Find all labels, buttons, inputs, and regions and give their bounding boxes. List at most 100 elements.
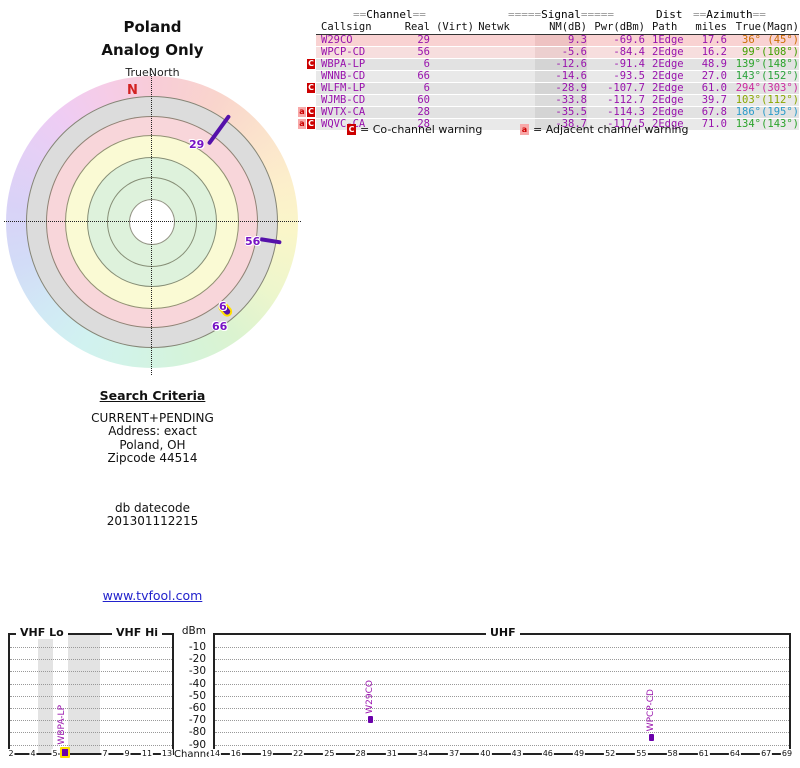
table-cell: 6 [423, 58, 430, 70]
station-label: WPCP-CD [645, 689, 656, 732]
table-cell: 39.7 [701, 94, 727, 106]
table-cell [514, 95, 535, 106]
dbm-tick-label: -60 [188, 702, 206, 714]
table-column-header: miles [695, 21, 727, 33]
dbm-gridline [215, 708, 789, 709]
co-channel-warning-icon: C [307, 107, 315, 117]
table-cell [430, 71, 474, 82]
table-cell [514, 83, 535, 94]
criteria-line: CURRENT+PENDING [91, 410, 214, 425]
table-cell [474, 95, 514, 106]
table-cell: 294° [735, 82, 761, 94]
channel-marker-label: 6 [219, 300, 227, 313]
tvfool-link[interactable]: www.tvfool.com [103, 588, 203, 603]
table-cell: -114.3 [607, 106, 645, 118]
table-cell [514, 59, 535, 70]
table-cell: -91.4 [613, 58, 645, 70]
table-cell [514, 71, 535, 82]
table-group-header: =====Signal===== [508, 8, 614, 21]
table-column-header: Callsign [321, 21, 372, 33]
search-criteria: Search Criteria CURRENT+PENDING Address:… [0, 389, 305, 529]
warning-icons: C [298, 59, 315, 69]
table-cell: -69.6 [613, 34, 645, 46]
table-cell: 2Edge [652, 106, 684, 118]
warning-icons: aC [298, 107, 315, 117]
station-bar [648, 733, 654, 741]
table-cell: (152°) [761, 70, 799, 82]
table-cell: 2Edge [652, 94, 684, 106]
channel-tick-label: 2 [7, 749, 15, 758]
table-cell [474, 59, 514, 70]
table-cell: 27.0 [701, 70, 727, 82]
table-rows: W29CO 29 9.3 -69.6 1Edge 17.6 36° (45°) WPCP-CD 5… [298, 34, 799, 131]
table-cell: -12.6 [535, 59, 587, 70]
dbm-gridline [215, 647, 789, 648]
dbm-tick-label: -50 [188, 689, 206, 702]
search-criteria-heading: Search Criteria [99, 388, 206, 403]
channel-tick-label: 49 [572, 749, 586, 758]
channel-tick-label: 9 [123, 749, 131, 758]
channel-tick-label: 31 [385, 749, 398, 758]
table-cell: (112°) [761, 94, 799, 106]
north-indicator: N [127, 83, 138, 98]
table-cell: (108°) [761, 46, 799, 58]
warning-legend: C = Co-channel warning a = Adjacent channel… [316, 123, 800, 137]
dbm-gridline [215, 744, 789, 746]
dbm-gridline [10, 720, 172, 722]
channel-tick-label: 19 [260, 749, 274, 758]
spectrum-chart: VHF Lo VHF Hi UHF dBm Channel -10 -20 -30-… [0, 620, 800, 768]
table-cell: -14.6 [535, 71, 587, 82]
table-cell: WVTX-CA [321, 106, 366, 118]
table-cell: (148°) [761, 58, 799, 70]
table-group-header: ==Channel== [353, 8, 426, 21]
table-column-header: Netwk [478, 21, 510, 33]
table-cell: WPCP-CD [321, 46, 366, 58]
table-cell: -84.4 [613, 46, 645, 58]
co-channel-warning-icon: C [347, 124, 356, 135]
adjacent-channel-warning-icon: a [520, 124, 529, 135]
dbm-gridline [10, 732, 172, 734]
channel-tick-label: 64 [728, 749, 742, 758]
criteria-line: Poland, OH [119, 437, 186, 452]
channel-tick-label: 4 [29, 749, 37, 758]
channel-marker-label: 56 [245, 235, 261, 248]
table-cell: 9.3 [535, 35, 587, 46]
crosshair-horizontal [4, 221, 301, 222]
table-cell: WNNB-CD [321, 70, 366, 82]
table-cell [474, 107, 514, 118]
dbm-tick-label: -70 [188, 714, 206, 727]
band-gap-shading [68, 635, 100, 753]
vhf-hi-band-label: VHF Hi [112, 626, 163, 639]
legend-text: = Co-channel warning [360, 123, 483, 136]
table-cell: 56 [417, 46, 430, 58]
table-cell [514, 107, 535, 118]
dbm-gridline [215, 671, 789, 673]
channel-marker-label: 66 [212, 320, 228, 333]
dbm-gridline [215, 683, 789, 685]
tvfool-report: { "polar": { "title": "Poland", "subtitl… [0, 0, 800, 768]
criteria-line: Address: exact [108, 424, 197, 438]
vhf-lo-band-label: VHF Lo [16, 626, 68, 639]
channel-tick-label: 61 [697, 749, 710, 758]
table-cell: 67.8 [701, 106, 727, 118]
channel-tick-label: 7 [101, 749, 109, 758]
station-bar [368, 715, 373, 723]
channel-tick-label: 67 [760, 749, 773, 758]
dbm-gridline [215, 659, 789, 661]
table-group-header: ==Azimuth== [693, 8, 766, 21]
table-cell: 17.6 [701, 34, 727, 46]
criteria-line: Zipcode 44514 [107, 451, 198, 465]
table-cell: 36° [742, 34, 761, 46]
table-cell [430, 107, 474, 118]
dbm-tick-label: -30 [188, 665, 206, 678]
table-column-header: Path [652, 21, 678, 33]
db-datecode-value: 201301112215 [106, 514, 199, 528]
table-cell: 61.0 [701, 82, 727, 94]
channel-tick-label: 14 [208, 749, 222, 758]
dbm-gridline [10, 683, 172, 685]
channel-tick-label: 58 [666, 749, 679, 758]
co-channel-warning-icon: C [307, 83, 315, 93]
adjacent-channel-warning-icon: a [298, 107, 306, 117]
table-cell: 186° [735, 106, 761, 118]
channel-tick-label: 43 [510, 749, 523, 758]
